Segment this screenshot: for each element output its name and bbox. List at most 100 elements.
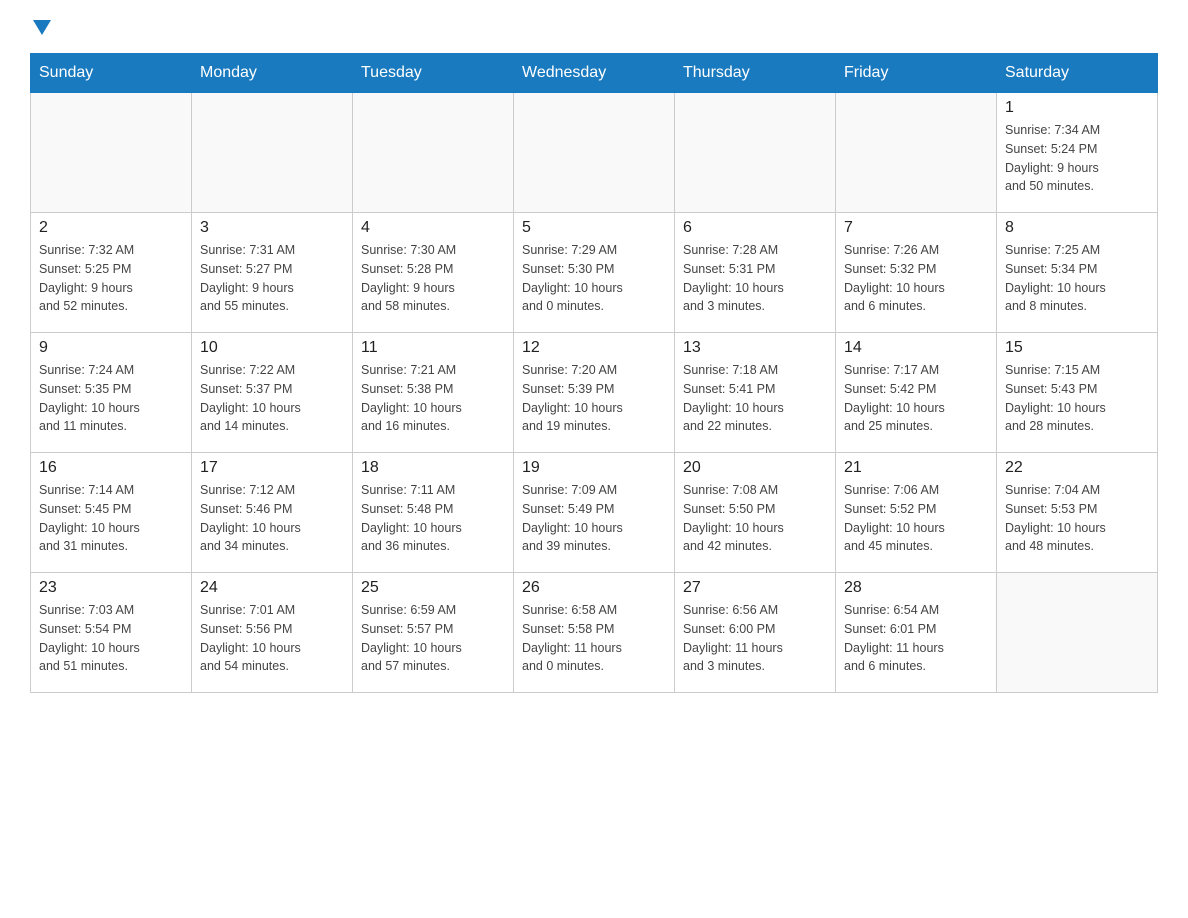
day-number: 11 — [361, 339, 505, 357]
calendar-cell: 9Sunrise: 7:24 AM Sunset: 5:35 PM Daylig… — [31, 333, 192, 453]
calendar-cell — [836, 93, 997, 213]
day-info: Sunrise: 6:58 AM Sunset: 5:58 PM Dayligh… — [522, 601, 666, 676]
weekday-header-saturday: Saturday — [997, 54, 1158, 93]
day-info: Sunrise: 7:15 AM Sunset: 5:43 PM Dayligh… — [1005, 361, 1149, 436]
weekday-header-tuesday: Tuesday — [353, 54, 514, 93]
calendar-cell: 28 Sunrise: 6:54 AM Sunset: 6:01 PM Dayli… — [836, 573, 997, 693]
calendar-cell: 11 Sunrise: 7:21 AM Sunset: 5:38 PM Dayli… — [353, 333, 514, 453]
day-number: 22 — [1005, 459, 1149, 477]
calendar-table: SundayMondayTuesdayWednesdayThursdayFrid… — [30, 53, 1158, 693]
day-number: 19 — [522, 459, 666, 477]
day-info: Sunrise: 7:03 AM Sunset: 5:54 PM Dayligh… — [39, 601, 183, 676]
week-row-3: 9Sunrise: 7:24 AM Sunset: 5:35 PM Daylig… — [31, 333, 1158, 453]
day-number: 3 — [200, 219, 344, 237]
day-number: 10 — [200, 339, 344, 357]
calendar-cell: 17 Sunrise: 7:12 AM Sunset: 5:46 PM Dayli… — [192, 453, 353, 573]
calendar-cell: 1 Sunrise: 7:34 AM Sunset: 5:24 PM Daylig… — [997, 93, 1158, 213]
logo — [30, 20, 51, 33]
calendar-cell — [31, 93, 192, 213]
day-info: Sunrise: 6:54 AM Sunset: 6:01 PM Dayligh… — [844, 601, 988, 676]
day-number: 21 — [844, 459, 988, 477]
calendar-cell: 22 Sunrise: 7:04 AM Sunset: 5:53 PM Dayli… — [997, 453, 1158, 573]
day-info: Sunrise: 7:09 AM Sunset: 5:49 PM Dayligh… — [522, 481, 666, 556]
calendar-cell: 20 Sunrise: 7:08 AM Sunset: 5:50 PM Dayli… — [675, 453, 836, 573]
day-number: 26 — [522, 579, 666, 597]
day-number: 18 — [361, 459, 505, 477]
day-info: Sunrise: 7:22 AM Sunset: 5:37 PM Dayligh… — [200, 361, 344, 436]
weekday-header-row: SundayMondayTuesdayWednesdayThursdayFrid… — [31, 54, 1158, 93]
calendar-cell: 14 Sunrise: 7:17 AM Sunset: 5:42 PM Dayli… — [836, 333, 997, 453]
day-info: Sunrise: 7:29 AM Sunset: 5:30 PM Dayligh… — [522, 241, 666, 316]
calendar-cell: 10 Sunrise: 7:22 AM Sunset: 5:37 PM Dayli… — [192, 333, 353, 453]
day-number: 23 — [39, 579, 183, 597]
calendar-cell: 19 Sunrise: 7:09 AM Sunset: 5:49 PM Dayli… — [514, 453, 675, 573]
day-info: Sunrise: 7:20 AM Sunset: 5:39 PM Dayligh… — [522, 361, 666, 436]
day-info: Sunrise: 7:31 AM Sunset: 5:27 PM Dayligh… — [200, 241, 344, 316]
calendar-cell: 5 Sunrise: 7:29 AM Sunset: 5:30 PM Daylig… — [514, 213, 675, 333]
calendar-cell: 6 Sunrise: 7:28 AM Sunset: 5:31 PM Daylig… — [675, 213, 836, 333]
calendar-cell — [997, 573, 1158, 693]
day-number: 4 — [361, 219, 505, 237]
day-info: Sunrise: 7:08 AM Sunset: 5:50 PM Dayligh… — [683, 481, 827, 556]
day-info: Sunrise: 7:04 AM Sunset: 5:53 PM Dayligh… — [1005, 481, 1149, 556]
calendar-cell — [514, 93, 675, 213]
day-number: 14 — [844, 339, 988, 357]
day-number: 5 — [522, 219, 666, 237]
day-number: 16 — [39, 459, 183, 477]
day-info: Sunrise: 7:32 AM Sunset: 5:25 PM Dayligh… — [39, 241, 183, 316]
calendar-cell: 26 Sunrise: 6:58 AM Sunset: 5:58 PM Dayli… — [514, 573, 675, 693]
day-number: 12 — [522, 339, 666, 357]
calendar-cell: 7Sunrise: 7:26 AM Sunset: 5:32 PM Daylig… — [836, 213, 997, 333]
calendar-cell: 8 Sunrise: 7:25 AM Sunset: 5:34 PM Daylig… — [997, 213, 1158, 333]
day-number: 28 — [844, 579, 988, 597]
day-number: 7 — [844, 219, 988, 237]
day-info: Sunrise: 7:01 AM Sunset: 5:56 PM Dayligh… — [200, 601, 344, 676]
page-header — [30, 20, 1158, 33]
day-number: 17 — [200, 459, 344, 477]
calendar-cell: 15Sunrise: 7:15 AM Sunset: 5:43 PM Dayli… — [997, 333, 1158, 453]
day-number: 1 — [1005, 99, 1149, 117]
calendar-cell — [353, 93, 514, 213]
day-number: 24 — [200, 579, 344, 597]
calendar-cell: 2 Sunrise: 7:32 AM Sunset: 5:25 PM Daylig… — [31, 213, 192, 333]
week-row-4: 16 Sunrise: 7:14 AM Sunset: 5:45 PM Dayli… — [31, 453, 1158, 573]
calendar-cell: 12 Sunrise: 7:20 AM Sunset: 5:39 PM Dayli… — [514, 333, 675, 453]
day-info: Sunrise: 7:12 AM Sunset: 5:46 PM Dayligh… — [200, 481, 344, 556]
weekday-header-friday: Friday — [836, 54, 997, 93]
day-info: Sunrise: 7:30 AM Sunset: 5:28 PM Dayligh… — [361, 241, 505, 316]
day-number: 6 — [683, 219, 827, 237]
day-number: 8 — [1005, 219, 1149, 237]
calendar-cell: 27 Sunrise: 6:56 AM Sunset: 6:00 PM Dayli… — [675, 573, 836, 693]
day-number: 25 — [361, 579, 505, 597]
day-info: Sunrise: 7:06 AM Sunset: 5:52 PM Dayligh… — [844, 481, 988, 556]
day-number: 20 — [683, 459, 827, 477]
calendar-cell — [192, 93, 353, 213]
day-info: Sunrise: 7:34 AM Sunset: 5:24 PM Dayligh… — [1005, 121, 1149, 196]
week-row-1: 1 Sunrise: 7:34 AM Sunset: 5:24 PM Daylig… — [31, 93, 1158, 213]
day-info: Sunrise: 7:25 AM Sunset: 5:34 PM Dayligh… — [1005, 241, 1149, 316]
day-number: 13 — [683, 339, 827, 357]
calendar-cell: 4 Sunrise: 7:30 AM Sunset: 5:28 PM Daylig… — [353, 213, 514, 333]
logo-triangle-icon — [33, 20, 51, 35]
weekday-header-monday: Monday — [192, 54, 353, 93]
calendar-cell — [675, 93, 836, 213]
calendar-cell: 25 Sunrise: 6:59 AM Sunset: 5:57 PM Dayli… — [353, 573, 514, 693]
day-info: Sunrise: 7:28 AM Sunset: 5:31 PM Dayligh… — [683, 241, 827, 316]
calendar-cell: 3 Sunrise: 7:31 AM Sunset: 5:27 PM Daylig… — [192, 213, 353, 333]
day-info: Sunrise: 7:11 AM Sunset: 5:48 PM Dayligh… — [361, 481, 505, 556]
calendar-cell: 23 Sunrise: 7:03 AM Sunset: 5:54 PM Dayli… — [31, 573, 192, 693]
day-info: Sunrise: 7:18 AM Sunset: 5:41 PM Dayligh… — [683, 361, 827, 436]
weekday-header-thursday: Thursday — [675, 54, 836, 93]
day-info: Sunrise: 6:56 AM Sunset: 6:00 PM Dayligh… — [683, 601, 827, 676]
day-info: Sunrise: 7:24 AM Sunset: 5:35 PM Dayligh… — [39, 361, 183, 436]
week-row-5: 23 Sunrise: 7:03 AM Sunset: 5:54 PM Dayli… — [31, 573, 1158, 693]
day-info: Sunrise: 7:17 AM Sunset: 5:42 PM Dayligh… — [844, 361, 988, 436]
day-number: 27 — [683, 579, 827, 597]
calendar-cell: 16 Sunrise: 7:14 AM Sunset: 5:45 PM Dayli… — [31, 453, 192, 573]
calendar-cell: 18 Sunrise: 7:11 AM Sunset: 5:48 PM Dayli… — [353, 453, 514, 573]
day-number: 2 — [39, 219, 183, 237]
day-info: Sunrise: 7:14 AM Sunset: 5:45 PM Dayligh… — [39, 481, 183, 556]
calendar-cell: 24 Sunrise: 7:01 AM Sunset: 5:56 PM Dayli… — [192, 573, 353, 693]
day-info: Sunrise: 7:21 AM Sunset: 5:38 PM Dayligh… — [361, 361, 505, 436]
day-info: Sunrise: 6:59 AM Sunset: 5:57 PM Dayligh… — [361, 601, 505, 676]
